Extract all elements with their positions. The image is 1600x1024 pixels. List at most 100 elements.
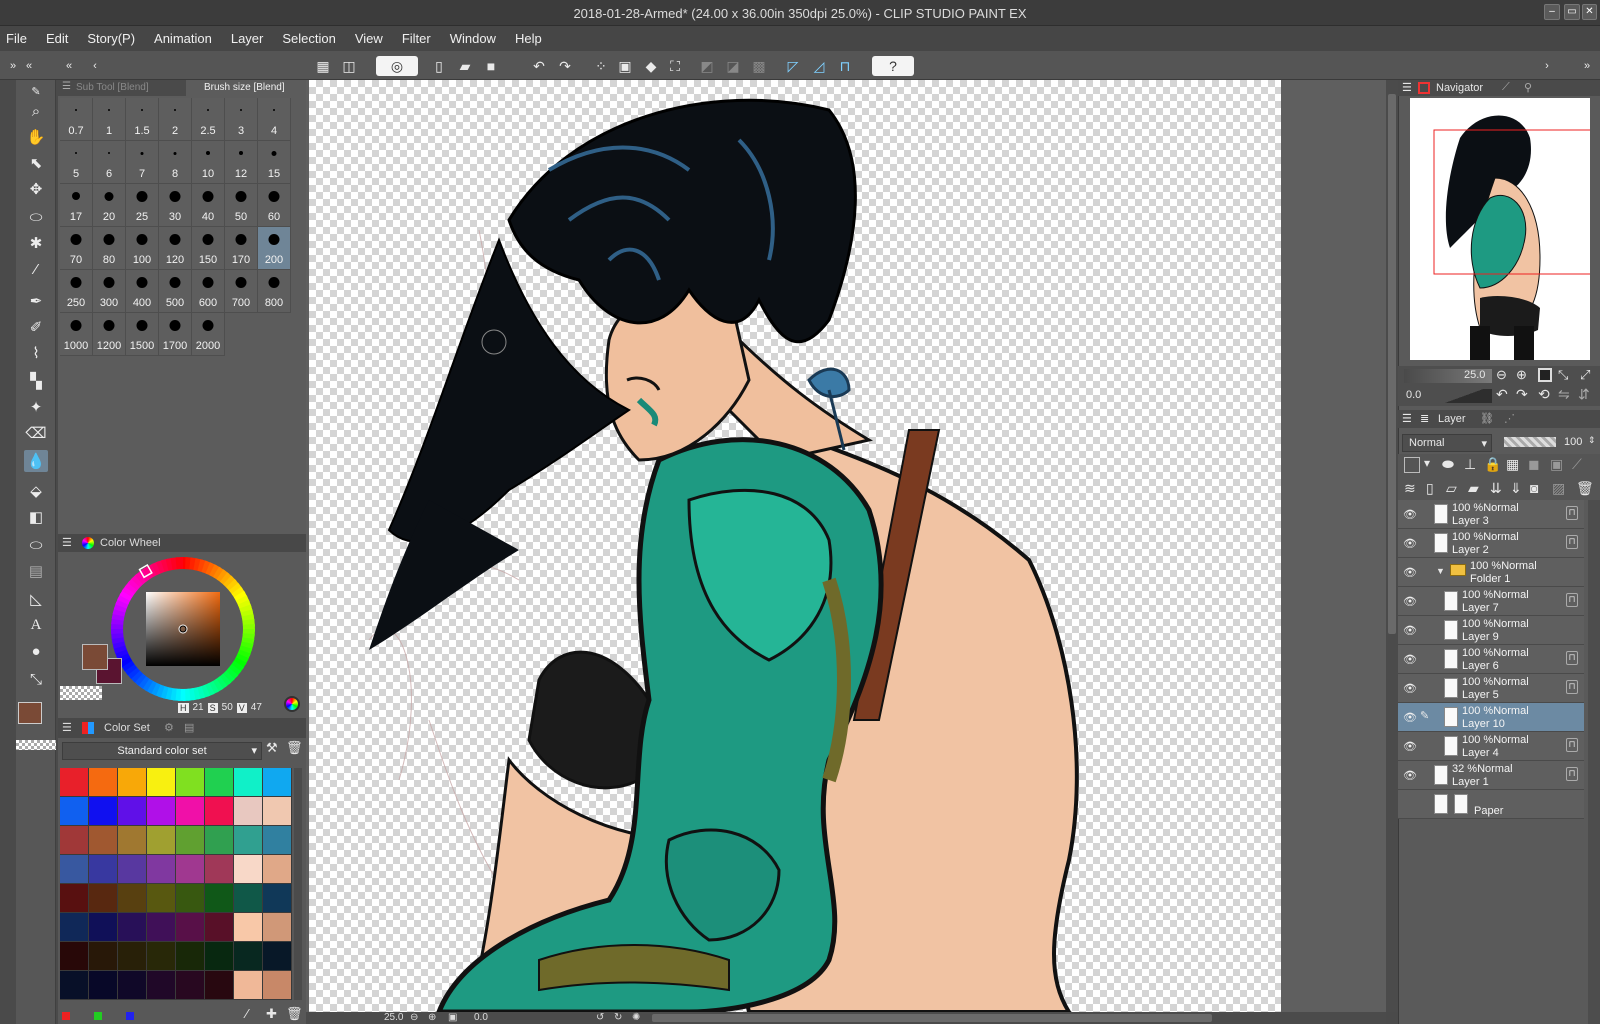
color-swatch[interactable] xyxy=(205,971,234,1000)
menu-filter[interactable]: Filter xyxy=(402,31,431,46)
blend-icon[interactable]: 💧 xyxy=(24,450,48,472)
add-color-icon[interactable] xyxy=(62,1012,70,1020)
eye-icon[interactable]: 👁 xyxy=(1402,653,1418,666)
select-all-icon[interactable]: ▩ xyxy=(748,55,770,77)
brush-size-cell[interactable]: 20 xyxy=(93,184,126,227)
opacity-value[interactable]: 100 xyxy=(1564,436,1582,448)
menu-edit[interactable]: Edit xyxy=(46,31,68,46)
chevron-down-icon[interactable]: ▾ xyxy=(1424,456,1430,470)
item-bank-tab-icon[interactable]: ⚲ xyxy=(1524,81,1532,94)
lock-icon[interactable]: ⊓ xyxy=(1566,680,1578,694)
color-swatch[interactable] xyxy=(60,768,89,797)
flip-vertical-icon[interactable]: ⇵ xyxy=(1578,386,1590,403)
color-swatch[interactable] xyxy=(118,884,147,913)
correct-line-icon[interactable]: ⤡ xyxy=(24,668,48,690)
layer-list-icon[interactable]: ≋ xyxy=(1404,480,1416,497)
color-swatch[interactable] xyxy=(263,826,292,855)
clear-icon[interactable]: ◩ xyxy=(696,55,718,77)
color-set-title[interactable]: Color Set xyxy=(104,722,150,734)
brush-size-cell[interactable]: 80 xyxy=(93,227,126,270)
color-swatch[interactable] xyxy=(147,971,176,1000)
zoom-icon[interactable]: ⌕ xyxy=(24,100,48,122)
color-set-scrollbar[interactable] xyxy=(294,768,302,1000)
new-raster-layer-icon[interactable]: ▯ xyxy=(1426,480,1434,497)
decoration-icon[interactable]: ✦ xyxy=(24,396,48,418)
sub-view-tab-icon[interactable]: ⟋ xyxy=(1502,81,1510,94)
color-swatch[interactable] xyxy=(147,913,176,942)
fill-selection-icon[interactable]: ◪ xyxy=(722,55,744,77)
brush-size-cell[interactable]: 170 xyxy=(225,227,258,270)
panel-menu-icon[interactable]: ☰ xyxy=(62,536,72,549)
layer-row[interactable]: 👁 100 %Normal Layer 2 ⊓ xyxy=(1398,529,1584,558)
lock-transparency-icon[interactable]: ▦ xyxy=(1506,456,1519,473)
drawing-canvas[interactable] xyxy=(309,80,1281,1012)
panel-menu-icon[interactable]: ☰ xyxy=(1402,412,1412,425)
color-swatch[interactable] xyxy=(147,768,176,797)
rotate-right-icon[interactable]: ↻ xyxy=(614,1012,622,1023)
color-swatch[interactable] xyxy=(234,971,263,1000)
eye-icon[interactable]: 👁 xyxy=(1402,595,1418,608)
color-swatch[interactable] xyxy=(176,768,205,797)
zoom-out-icon[interactable]: ⊖ xyxy=(1496,367,1507,383)
brush-size-cell[interactable]: 5 xyxy=(60,141,93,184)
brush-size-cell[interactable]: 2 xyxy=(159,98,192,141)
brush-size-cell[interactable]: 12 xyxy=(225,141,258,184)
new-vector-layer-icon[interactable]: ▱ xyxy=(1446,480,1457,497)
print-size-icon[interactable]: ⤢ xyxy=(1580,367,1590,383)
special-ruler-snap-icon[interactable]: ◿ xyxy=(808,55,830,77)
fill-bucket-icon[interactable]: ⬙ xyxy=(24,480,48,502)
brush-size-cell[interactable]: 15 xyxy=(258,141,291,184)
layer-row[interactable]: 👁 100 %Normal Layer 4 ⊓ xyxy=(1398,732,1584,761)
color-mode-toggle-icon[interactable] xyxy=(284,696,300,712)
layer-color-icon[interactable]: ⟋ xyxy=(1572,456,1582,473)
transparent-color-swatch[interactable] xyxy=(60,686,102,700)
layer-list-scrollbar[interactable] xyxy=(1588,500,1600,1024)
brush-size-cell[interactable]: 150 xyxy=(192,227,225,270)
layer-row[interactable]: 👁 100 %Normal Layer 9 xyxy=(1398,616,1584,645)
chevron-left-icon[interactable]: ‹ xyxy=(84,55,106,77)
color-swatch[interactable] xyxy=(89,826,118,855)
eye-icon[interactable]: 👁 xyxy=(1402,508,1418,521)
close-button[interactable]: ✕ xyxy=(1582,4,1597,20)
lock-icon[interactable]: ⊓ xyxy=(1566,738,1578,752)
color-swatch[interactable] xyxy=(234,826,263,855)
color-swatch[interactable] xyxy=(263,971,292,1000)
brush-size-cell[interactable]: 4 xyxy=(258,98,291,141)
chevron-down-icon[interactable]: ▼ xyxy=(1436,566,1445,576)
new-file-icon[interactable]: ▯ xyxy=(428,55,450,77)
brush-size-cell[interactable]: 1.5 xyxy=(126,98,159,141)
apply-mask-icon[interactable]: ▨ xyxy=(1552,480,1565,497)
color-swatch[interactable] xyxy=(89,768,118,797)
color-swatch[interactable] xyxy=(118,913,147,942)
canvas-vertical-scrollbar[interactable] xyxy=(1386,80,1398,1012)
color-swatch[interactable] xyxy=(234,884,263,913)
brush-size-cell[interactable]: 100 xyxy=(126,227,159,270)
pen-tool-icon[interactable]: ✒ xyxy=(24,290,48,312)
transform-icon[interactable]: ⛶ xyxy=(664,55,686,77)
operation-icon[interactable]: ⬉ xyxy=(24,152,48,174)
menu-story[interactable]: Story(P) xyxy=(87,31,135,46)
color-swatch[interactable] xyxy=(147,884,176,913)
pen-icon[interactable]: ✎ xyxy=(24,80,48,102)
lock-layer-icon[interactable]: 🔒 xyxy=(1484,456,1501,473)
layer-row[interactable]: 👁 100 %Normal Layer 5 ⊓ xyxy=(1398,674,1584,703)
brush-size-cell[interactable]: 2000 xyxy=(192,313,225,356)
delete-layer-icon[interactable]: 🗑 xyxy=(1576,480,1594,497)
collapse-right-icon[interactable]: » xyxy=(1576,55,1598,77)
brush-icon[interactable]: ⌇ xyxy=(24,342,48,364)
ruler-snap-icon[interactable]: ◸ xyxy=(782,55,804,77)
color-swatch[interactable] xyxy=(263,942,292,971)
brush-size-cell[interactable]: 30 xyxy=(159,184,192,227)
brush-size-cell[interactable]: 1500 xyxy=(126,313,159,356)
lock-icon[interactable]: ⊓ xyxy=(1566,651,1578,665)
airbrush-icon[interactable]: ▚ xyxy=(24,370,48,392)
lock-icon[interactable]: ⊓ xyxy=(1566,767,1578,781)
menu-file[interactable]: File xyxy=(6,31,27,46)
brush-size-cell[interactable]: 50 xyxy=(225,184,258,227)
intermediate-color-tab-icon[interactable]: ⚙ xyxy=(164,721,174,734)
merge-down-icon[interactable]: ⇓ xyxy=(1510,480,1522,497)
actual-size-icon[interactable]: ⤡ xyxy=(1558,367,1568,383)
auto-select-icon[interactable]: ✱ xyxy=(24,232,48,254)
navigator-preview[interactable] xyxy=(1410,98,1590,360)
draft-layer-icon[interactable]: ⊥ xyxy=(1464,456,1476,473)
